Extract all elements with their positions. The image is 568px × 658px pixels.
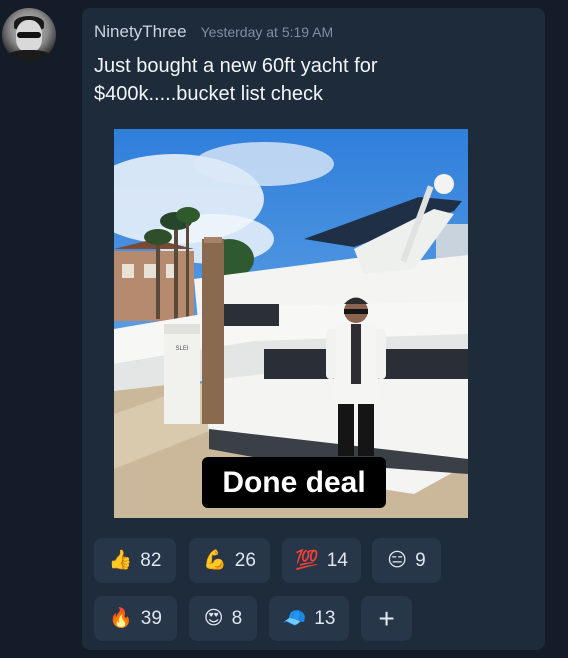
reaction-heart-eyes[interactable]: 😍 8	[189, 596, 257, 641]
reaction-hundred-points[interactable]: 💯 14	[282, 538, 361, 583]
message-text: Just bought a new 60ft yacht for $400k..…	[94, 55, 378, 105]
attached-photo[interactable]: SLEI Done deal	[114, 129, 468, 518]
flexed-biceps-icon: 💪	[203, 550, 227, 571]
reaction-expressionless-face[interactable]: 😑 9	[372, 538, 441, 583]
dock-sign-text: SLEI	[175, 346, 188, 352]
cap-icon: 🧢	[282, 608, 307, 629]
username[interactable]: NinetyThree	[94, 22, 187, 42]
reaction-fire[interactable]: 🔥 39	[94, 596, 177, 641]
avatar-coat	[6, 50, 52, 62]
reaction-count: 82	[140, 549, 162, 571]
fire-icon: 🔥	[109, 608, 133, 629]
chat-message: NinetyThree Yesterday at 5:19 AM Just bo…	[0, 0, 568, 658]
hundred-points-icon: 💯	[295, 550, 319, 571]
reaction-count: 13	[314, 607, 336, 629]
message-header: NinetyThree Yesterday at 5:19 AM	[94, 22, 333, 42]
avatar-sunglasses	[17, 32, 41, 38]
reaction-count: 14	[326, 549, 348, 571]
reaction-count: 9	[415, 549, 426, 571]
expressionless-face-icon: 😑	[387, 550, 408, 571]
reaction-flexed-biceps[interactable]: 💪 26	[189, 538, 270, 583]
reaction-count: 39	[140, 607, 162, 629]
message-card: NinetyThree Yesterday at 5:19 AM Just bo…	[82, 8, 545, 650]
heart-eyes-icon: 😍	[203, 608, 224, 629]
image-caption: Done deal	[202, 457, 386, 508]
reaction-cap[interactable]: 🧢 13	[269, 596, 349, 641]
reaction-count: 8	[231, 607, 243, 629]
timestamp[interactable]: Yesterday at 5:19 AM	[201, 24, 334, 40]
reaction-thumbs-up[interactable]: 👍 82	[94, 538, 176, 583]
reaction-count: 26	[234, 549, 256, 571]
plus-icon: +	[378, 602, 395, 634]
add-reaction-button[interactable]: +	[361, 596, 412, 641]
thumbs-up-icon: 👍	[108, 550, 133, 571]
avatar[interactable]	[2, 8, 56, 62]
